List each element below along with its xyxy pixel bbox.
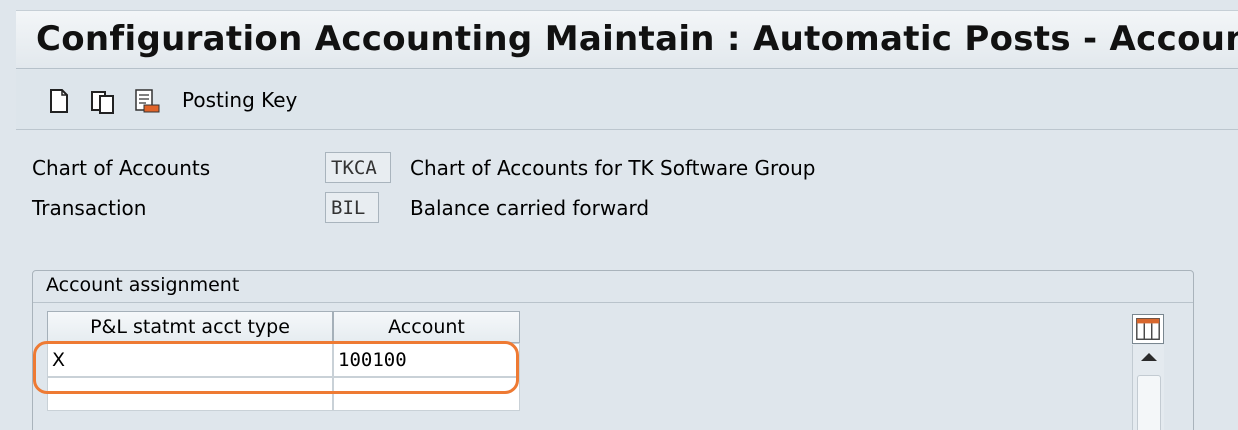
copy-icon[interactable] — [90, 88, 116, 114]
chart-of-accounts-description: Chart of Accounts for TK Software Group — [410, 156, 816, 180]
transaction-label: Transaction — [32, 196, 147, 220]
highlight-annotation — [33, 341, 519, 394]
title-bar: Configuration Accounting Maintain : Auto… — [16, 10, 1238, 69]
chart-of-accounts-label: Chart of Accounts — [32, 156, 211, 180]
group-divider — [33, 302, 1193, 303]
posting-key-button[interactable]: Posting Key — [182, 88, 297, 112]
work-area: Chart of Accounts TKCA Chart of Accounts… — [16, 131, 1238, 430]
column-header-pl-type[interactable]: P&L statmt acct type — [47, 311, 333, 343]
window-title: Configuration Accounting Maintain : Auto… — [36, 19, 1238, 59]
chart-of-accounts-field[interactable]: TKCA — [325, 152, 391, 183]
scroll-up-arrow-icon[interactable] — [1141, 353, 1157, 361]
column-header-account[interactable]: Account — [333, 311, 520, 343]
account-assignment-title: Account assignment — [46, 274, 240, 296]
vertical-scrollbar[interactable] — [1132, 345, 1164, 430]
scroll-thumb[interactable] — [1137, 375, 1161, 430]
new-document-icon[interactable] — [46, 88, 72, 114]
transaction-description: Balance carried forward — [410, 196, 650, 220]
application-toolbar: Posting Key — [16, 70, 1238, 130]
edit-document-icon[interactable] — [134, 88, 160, 114]
column-settings-icon[interactable] — [1132, 314, 1164, 344]
transaction-field[interactable]: BIL — [325, 192, 379, 223]
